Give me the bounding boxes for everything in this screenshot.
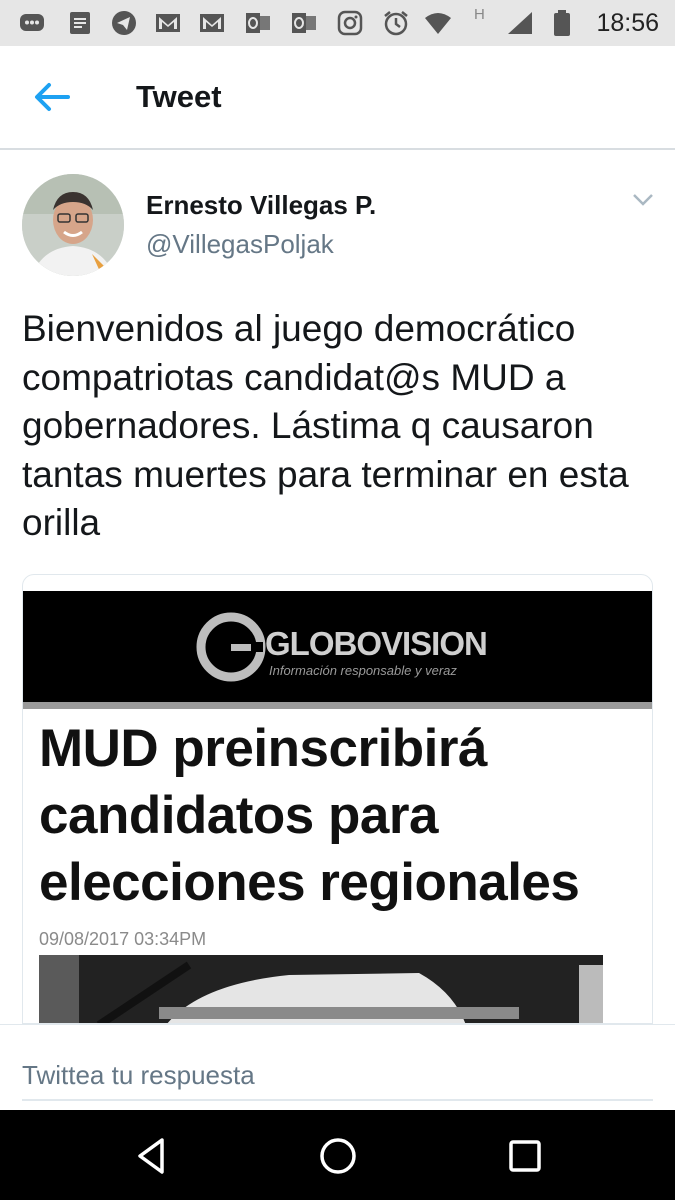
gmail-icon [198,10,226,36]
outlook-icon [290,10,318,36]
outlook-icon [244,10,272,36]
wifi-icon [424,10,452,36]
home-circle-icon [320,1138,356,1174]
app-header: Tweet [0,46,675,150]
article-photo [39,955,603,1023]
author-handle[interactable]: @VillegasPoljak [146,229,334,260]
reply-input[interactable] [22,1051,653,1101]
recents-square-icon [509,1140,541,1172]
reply-bar [0,1024,675,1110]
article-date: 09/08/2017 03:34PM [39,929,207,949]
brand-tagline: Información responsable y veraz [269,663,457,678]
instagram-icon [336,10,364,36]
battery-icon [552,10,572,36]
chevron-down-icon [633,194,653,206]
nav-back-button[interactable] [130,1134,174,1178]
back-button[interactable] [32,80,72,114]
network-type-label: H [474,6,485,23]
back-triangle-icon [138,1138,164,1174]
document-icon [66,10,94,36]
tweet-menu-button[interactable] [632,193,654,207]
system-nav-bar [0,1110,675,1200]
page-title: Tweet [136,79,222,114]
nav-home-button[interactable] [316,1134,360,1178]
nav-recents-button[interactable] [503,1134,547,1178]
arrow-left-icon [35,83,70,111]
status-bar: H 18:56 [0,0,675,46]
brand-name: GLOBOVISION [265,625,488,662]
article-headline: MUD preinscribirá candidatos para elecci… [39,719,580,912]
alarm-icon [382,10,410,36]
signal-icon [506,10,534,36]
tweet-media[interactable]: GLOBOVISION Información responsable y ve… [22,574,653,1024]
divider [23,702,652,709]
globovision-logo-icon [196,612,266,682]
messages-icon [18,10,46,36]
globovision-banner: GLOBOVISION Información responsable y ve… [23,591,652,702]
clock: 18:56 [596,9,659,37]
author-name[interactable]: Ernesto Villegas P. [146,190,376,221]
avatar[interactable] [22,174,124,276]
gmail-icon [154,10,182,36]
tweet-text: Bienvenidos al juego democrático compatr… [22,308,629,543]
telegram-icon [110,10,138,36]
